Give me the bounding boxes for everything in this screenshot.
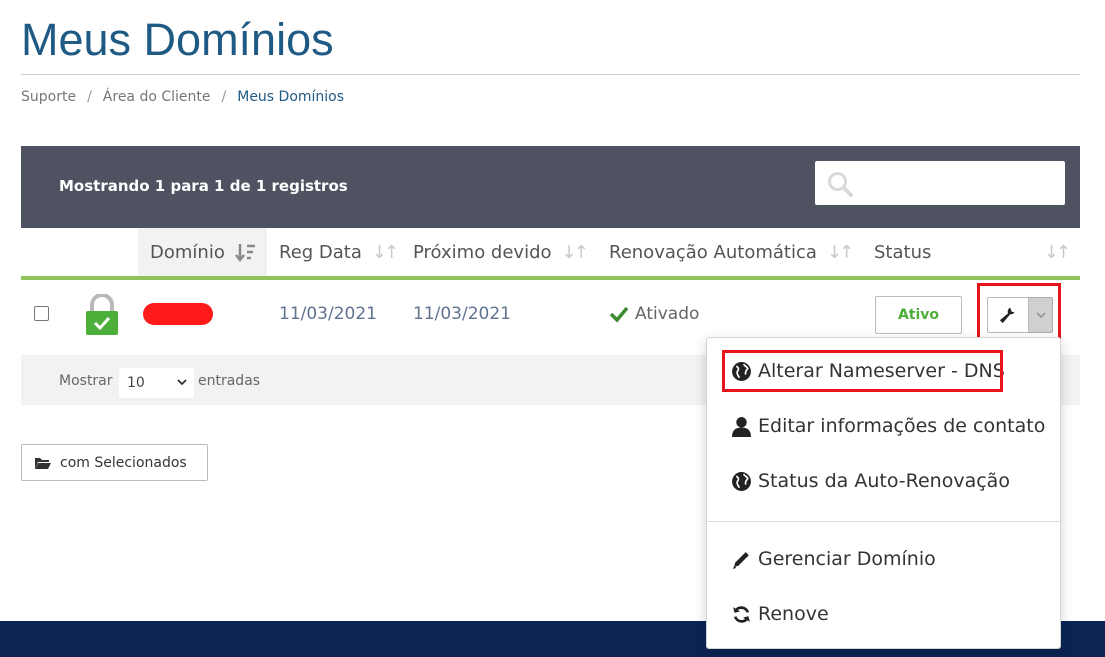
sort-icon: ↓↑	[1043, 241, 1071, 263]
menu-item-label: Editar informações de contato	[758, 415, 1046, 437]
breadcrumb-separator: /	[87, 89, 92, 105]
menu-divider	[707, 521, 1060, 522]
highlight-annotation-menu-item	[722, 350, 1003, 392]
breadcrumb-separator: /	[221, 89, 227, 105]
column-label-domain: Domínio	[150, 241, 225, 263]
page-title: Meus Domínios	[21, 14, 334, 65]
chevron-down-icon	[177, 379, 187, 386]
auto-renew-value: Ativado	[635, 304, 700, 324]
breadcrumb-item-suporte[interactable]: Suporte	[21, 89, 76, 105]
table-toolbar: Mostrando 1 para 1 de 1 registros	[21, 146, 1080, 228]
row-actions-dropdown-menu: Alterar Nameserver - DNS Editar informaç…	[706, 337, 1061, 649]
pencil-icon	[733, 551, 749, 569]
ssl-lock-icon	[86, 294, 118, 335]
column-header-auto-renew[interactable]: Renovação Automática ↓↑	[597, 228, 862, 280]
title-divider	[21, 74, 1080, 75]
show-entries-label: Mostrar	[59, 373, 113, 389]
menu-item-manage-domain[interactable]: Gerenciar Domínio	[731, 548, 936, 570]
search-input[interactable]	[861, 169, 1057, 197]
sort-icon: ↓↑	[561, 241, 589, 263]
records-count-text: Mostrando 1 para 1 de 1 registros	[59, 177, 348, 195]
menu-item-edit-contact[interactable]: Editar informações de contato	[731, 415, 1045, 437]
column-header-status[interactable]: Status	[862, 228, 975, 280]
sort-desc-icon	[234, 244, 255, 262]
refresh-icon	[733, 605, 750, 623]
column-label-status: Status	[874, 241, 932, 263]
menu-item-label: Status da Auto-Renovação	[758, 470, 1010, 492]
search-icon	[828, 172, 853, 197]
column-header-domain[interactable]: Domínio	[138, 228, 267, 280]
page: Meus Domínios Suporte / Área do Cliente …	[0, 0, 1105, 657]
user-icon	[732, 416, 751, 437]
column-header-actions[interactable]: ↓↑	[975, 228, 1080, 280]
column-label-next-due: Próximo devido	[413, 241, 552, 263]
with-selected-button[interactable]: com Selecionados	[21, 444, 208, 481]
column-label-reg-date: Reg Data	[279, 241, 362, 263]
next-due-cell: 11/03/2021	[413, 304, 511, 324]
search-box[interactable]	[815, 161, 1065, 205]
row-checkbox[interactable]	[34, 306, 49, 321]
entries-length-select[interactable]: 10	[119, 368, 194, 398]
sort-icon: ↓↑	[826, 241, 854, 263]
check-icon	[609, 306, 629, 323]
breadcrumb-item-current: Meus Domínios	[237, 89, 345, 105]
with-selected-label: com Selecionados	[60, 454, 187, 471]
sort-icon: ↓↑	[371, 241, 399, 263]
breadcrumb-item-area-cliente[interactable]: Área do Cliente	[103, 89, 211, 105]
column-header-next-due[interactable]: Próximo devido ↓↑	[401, 228, 597, 280]
domain-name-redacted[interactable]	[143, 303, 213, 325]
column-header-reg-date[interactable]: Reg Data ↓↑	[267, 228, 401, 280]
status-badge[interactable]: Ativo	[875, 296, 962, 334]
menu-item-auto-renew-status[interactable]: Status da Auto-Renovação	[731, 470, 1010, 492]
entries-length-value: 10	[127, 375, 145, 391]
reg-date-cell: 11/03/2021	[279, 304, 377, 324]
auto-renew-cell: Ativado	[609, 304, 699, 324]
menu-item-label: Renove	[758, 603, 829, 625]
column-label-auto-renew: Renovação Automática	[609, 241, 817, 263]
folder-open-icon	[35, 457, 51, 469]
column-header-icon	[70, 228, 138, 280]
menu-item-renew[interactable]: Renove	[731, 603, 829, 625]
menu-item-label: Gerenciar Domínio	[758, 548, 936, 570]
globe-icon	[732, 471, 751, 491]
column-header-checkbox	[21, 228, 70, 280]
breadcrumb: Suporte / Área do Cliente / Meus Domínio…	[21, 89, 344, 105]
entries-label: entradas	[198, 373, 261, 389]
